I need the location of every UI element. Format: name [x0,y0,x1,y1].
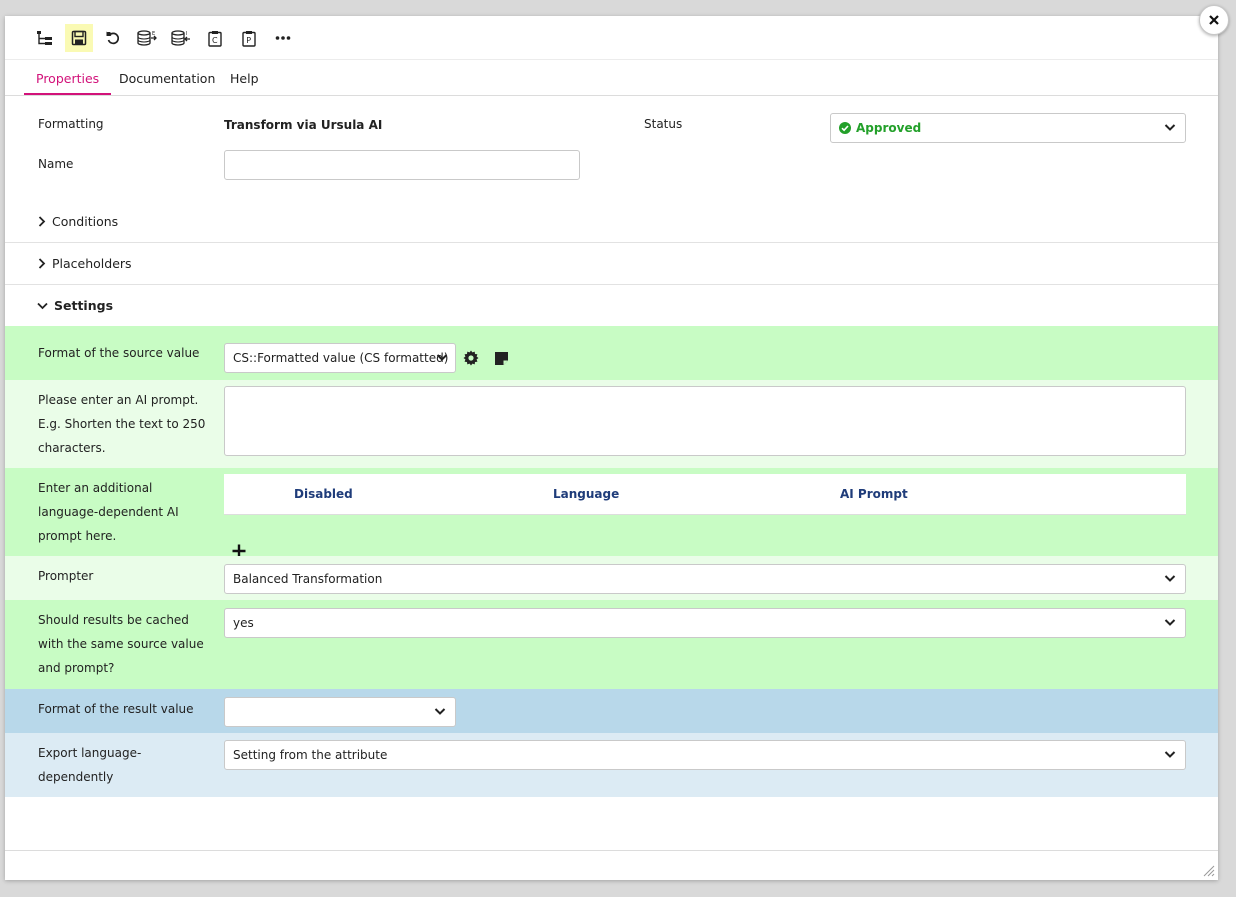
svg-text:E: E [152,31,155,37]
toolbar: E I C P [5,16,1218,60]
formatting-label: Formatting [38,117,104,131]
svg-text:I: I [186,31,187,37]
result-format-select[interactable] [224,697,456,727]
chevron-down-icon [1164,124,1176,131]
source-format-select[interactable]: CS::Formatted value (CS formatted) [224,343,456,373]
name-label: Name [38,157,74,171]
tab-bar: Properties Documentation Help [5,60,1218,96]
prompter-row: Prompter Balanced Transformation [5,556,1218,600]
cache-select[interactable]: yes [224,608,1186,638]
footer-divider [5,850,1218,851]
result-format-label: Format of the result value [38,702,194,716]
export-select[interactable]: Setting from the attribute [224,740,1186,770]
ai-prompt-label: Please enter an AI prompt. E.g. Shorten … [38,393,206,455]
dialog-window: E I C P Properties Documentation Help Fo… [5,16,1218,880]
formatting-value: Transform via Ursula AI [224,118,383,132]
tab-help[interactable]: Help [218,60,271,95]
conditions-label: Conditions [52,214,119,229]
chevron-right-icon [38,258,46,269]
prompter-select[interactable]: Balanced Transformation [224,564,1186,594]
source-format-row: Format of the source value CS::Formatted… [5,326,1218,380]
clipboard-c-icon[interactable]: C [201,24,229,52]
close-icon [1209,15,1219,25]
export-row: Export language-dependently Setting from… [5,733,1218,797]
tree-structure-icon[interactable] [31,24,59,52]
resize-handle-icon[interactable] [1201,863,1215,877]
database-import-icon[interactable]: I [167,24,195,52]
conditions-section-toggle[interactable]: Conditions [5,201,1218,242]
chevron-down-icon [1164,619,1176,626]
tab-documentation[interactable]: Documentation [107,60,227,95]
status-label: Status [644,117,683,131]
ai-prompt-row: Please enter an AI prompt. E.g. Shorten … [5,380,1218,468]
settings-label: Settings [54,298,114,313]
clipboard-p-icon[interactable]: P [235,24,263,52]
cache-value: yes [233,616,254,630]
column-header-language[interactable]: Language [553,474,619,514]
svg-text:C: C [212,36,218,45]
close-button[interactable] [1199,5,1229,35]
name-input[interactable] [224,150,580,180]
settings-section-toggle[interactable]: Settings [5,285,1218,326]
save-icon[interactable] [65,24,93,52]
check-circle-icon [839,122,851,134]
cache-row: Should results be cached with the same s… [5,600,1218,689]
prompter-value: Balanced Transformation [233,572,383,586]
status-value: Approved [856,121,922,135]
language-prompt-row: Enter an additional language-dependent A… [5,468,1218,558]
svg-text:P: P [246,36,251,45]
chevron-down-icon [37,302,48,309]
column-header-ai-prompt[interactable]: AI Prompt [840,474,908,514]
placeholders-label: Placeholders [52,256,132,271]
language-prompt-table-header: Disabled Language AI Prompt [224,474,1186,515]
export-value: Setting from the attribute [233,748,388,762]
status-select[interactable]: Approved [830,113,1186,143]
source-format-value: CS::Formatted value (CS formatted) [233,351,449,365]
chevron-right-icon [38,216,46,227]
note-icon[interactable] [492,349,510,367]
chevron-down-icon [436,354,448,361]
cache-label: Should results be cached with the same s… [38,613,204,675]
chevron-down-icon [1164,751,1176,758]
more-icon[interactable] [269,24,297,52]
prompter-label: Prompter [38,569,94,583]
source-format-label: Format of the source value [38,346,200,360]
export-label: Export language-dependently [38,746,142,784]
chevron-down-icon [1164,575,1176,582]
language-prompt-label: Enter an additional language-dependent A… [38,481,179,543]
undo-icon[interactable] [99,24,127,52]
database-export-icon[interactable]: E [133,24,161,52]
tab-properties[interactable]: Properties [24,60,112,95]
result-format-row: Format of the result value [5,689,1218,733]
gear-icon[interactable] [462,349,480,367]
column-header-disabled[interactable]: Disabled [294,474,353,514]
placeholders-section-toggle[interactable]: Placeholders [5,243,1218,284]
ai-prompt-textarea[interactable] [224,386,1186,456]
chevron-down-icon [434,708,446,715]
